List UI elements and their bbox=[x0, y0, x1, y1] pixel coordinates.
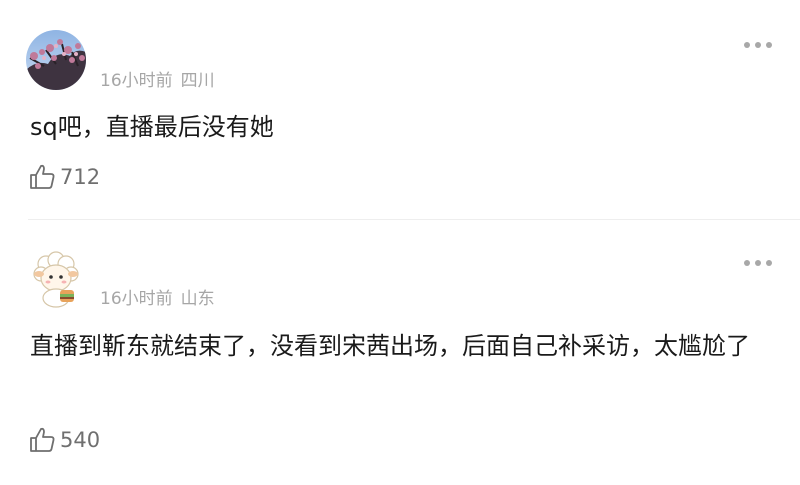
comment-time: 16小时前 bbox=[100, 71, 173, 91]
user-avatar[interactable] bbox=[26, 248, 86, 308]
comment-location: 山东 bbox=[180, 289, 215, 309]
comment-item: 16小时前 四川 sq吧，直播最后没有她 712 bbox=[0, 0, 800, 220]
user-avatar[interactable] bbox=[26, 30, 86, 90]
comment-meta: 16小时前 四川 bbox=[100, 66, 215, 91]
like-button[interactable]: 540 bbox=[28, 426, 100, 454]
thumbs-up-icon bbox=[30, 164, 55, 189]
cartoon-sheep-avatar bbox=[26, 248, 86, 308]
comment-meta: 16小时前 山东 bbox=[100, 284, 215, 309]
more-dots-icon bbox=[744, 260, 750, 266]
comment-item: 16小时前 山东 直播到靳东就结束了，没看到宋茜出场，后面自己补采访，太尴尬了 5… bbox=[0, 220, 800, 485]
like-button[interactable]: 712 bbox=[28, 163, 100, 191]
comment-text: sq吧，直播最后没有她 bbox=[30, 113, 274, 141]
comment-text: 直播到靳东就结束了，没看到宋茜出场，后面自己补采访，太尴尬了 bbox=[30, 332, 750, 360]
thumbs-up-icon bbox=[30, 427, 55, 452]
more-options-button[interactable] bbox=[744, 40, 772, 50]
like-count: 712 bbox=[60, 165, 101, 189]
blossom-tree-photo-avatar bbox=[26, 30, 86, 90]
more-dots-icon bbox=[744, 42, 750, 48]
more-options-button[interactable] bbox=[744, 258, 772, 268]
comment-location: 四川 bbox=[180, 71, 215, 91]
like-count: 540 bbox=[60, 428, 101, 452]
comment-time: 16小时前 bbox=[100, 289, 173, 309]
